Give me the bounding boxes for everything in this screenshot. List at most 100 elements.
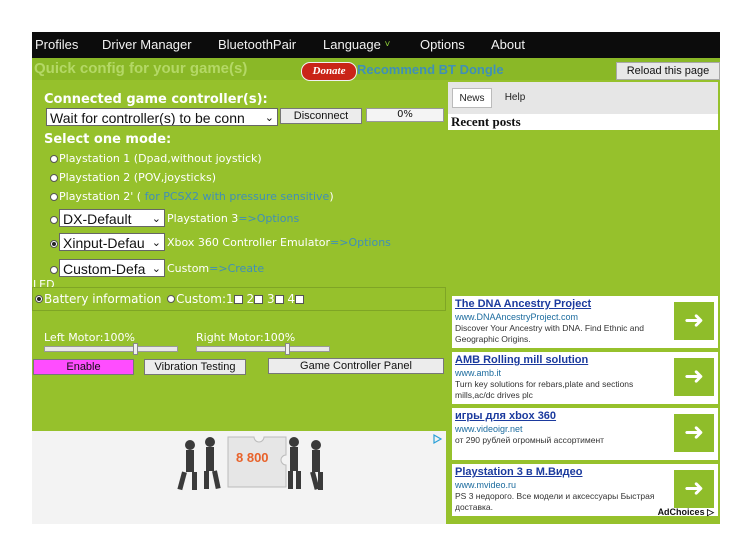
right-motor-slider[interactable] xyxy=(196,346,330,352)
xinput-profile-select[interactable]: Xinput-Defau ⌄ xyxy=(59,233,165,251)
mode-label-custom: Custom=>Create xyxy=(167,262,264,275)
mode-label-ps2-pressure: Playstation 2' ( for PCSX2 with pressure… xyxy=(59,190,334,203)
xinput-profile-value: Xinput-Defau xyxy=(63,235,145,251)
ad-description: от 290 рублей огромный ассортимент xyxy=(455,435,605,445)
custom-led-label: Custom: xyxy=(176,292,227,306)
news-panel: News Help Recent posts The DNA Ancestry … xyxy=(446,82,720,524)
menu-language[interactable]: Language ˅ xyxy=(323,37,390,52)
mode-label-xbox360: Xbox 360 Controller Emulator=>Options xyxy=(167,236,391,249)
right-motor-thumb[interactable] xyxy=(285,343,290,355)
ps3-options-link[interactable]: =>Options xyxy=(238,212,299,225)
news-tabs: News Help xyxy=(448,82,718,114)
arrow-right-icon[interactable]: ➜ xyxy=(674,414,714,452)
menu-driver-manager[interactable]: Driver Manager xyxy=(102,37,192,52)
arrow-right-icon[interactable]: ➜ xyxy=(674,302,714,340)
chevron-down-icon: ˅ xyxy=(384,39,391,50)
ad-item[interactable]: The DNA Ancestry Project www.DNAAncestry… xyxy=(452,296,718,348)
mode-label-ps3: Playstation 3=>Options xyxy=(167,212,299,225)
led-check-1[interactable] xyxy=(233,295,243,304)
custom-led-row: Custom:1 2 3 4 xyxy=(176,292,305,306)
select-mode-heading: Select one mode: xyxy=(44,132,172,147)
mode-label-ps3-text: Playstation 3 xyxy=(167,212,239,225)
banner-ad-phone: 8 800 xyxy=(236,450,269,465)
ad-description: Turn key solutions for rebars,plate and … xyxy=(455,379,634,400)
chevron-down-icon: ⌄ xyxy=(151,237,161,249)
chevron-down-icon: ⌄ xyxy=(264,112,274,124)
menu-bluetooth-pair[interactable]: BluetoothPair xyxy=(218,37,296,52)
ad-title[interactable]: The DNA Ancestry Project xyxy=(455,298,591,310)
mode-label-ps2: Playstation 2 (POV,joysticks) xyxy=(59,171,217,184)
led-check-4[interactable] xyxy=(295,295,305,304)
menu-about[interactable]: About xyxy=(491,37,525,52)
battery-info-radio[interactable] xyxy=(35,295,43,303)
ad-url[interactable]: www.videoigr.net xyxy=(455,424,523,434)
mode-radio-custom[interactable] xyxy=(50,266,58,274)
ad-url[interactable]: www.DNAAncestryProject.com xyxy=(455,312,578,322)
ad-title[interactable]: AMB Rolling mill solution xyxy=(455,354,588,366)
led-check-1-label: 1 xyxy=(226,292,234,306)
chevron-down-icon: ⌄ xyxy=(151,213,161,225)
recommend-bt-dongle-link[interactable]: Recommend BT Dongle xyxy=(357,62,504,77)
ad-item[interactable]: AMB Rolling mill solution www.amb.it Tur… xyxy=(452,352,718,404)
led-check-3[interactable] xyxy=(274,295,284,304)
mode-label-ps1: Playstation 1 (Dpad,without joystick) xyxy=(59,152,262,165)
banner-ad[interactable]: 8 800 xyxy=(32,431,446,524)
ads-column: The DNA Ancestry Project www.DNAAncestry… xyxy=(446,294,720,524)
custom-profile-value: Custom-Defa xyxy=(63,261,146,277)
reload-page-button[interactable]: Reload this page xyxy=(616,62,720,80)
connection-progress: 0% xyxy=(366,108,444,122)
battery-info-label: Battery information xyxy=(44,292,162,306)
right-motor-label: Right Motor:100% xyxy=(196,331,296,344)
controller-select[interactable]: Wait for controller(s) to be conn ⌄ xyxy=(46,108,278,126)
pcsx2-pressure-note: for PCSX2 with pressure sensitive xyxy=(141,190,330,203)
menu-bar: Profiles Driver Manager BluetoothPair La… xyxy=(32,32,720,58)
ps3-profile-value: DX-Default xyxy=(63,211,132,227)
ad-description: PS 3 недорого. Все модели и аксессуары Б… xyxy=(455,491,655,512)
mode-label-xbox360-text: Xbox 360 Controller Emulator xyxy=(167,236,331,249)
led-group: Battery information Custom:1 2 3 4 xyxy=(32,287,446,311)
mode-radio-ps2-pressure[interactable] xyxy=(50,193,58,201)
ad-url[interactable]: www.mvideo.ru xyxy=(455,480,516,490)
mode-radio-xbox360[interactable] xyxy=(50,240,58,248)
xbox360-options-link[interactable]: =>Options xyxy=(330,236,391,249)
recent-posts-title: Recent posts xyxy=(451,114,521,129)
donate-button[interactable]: Donate xyxy=(301,62,357,81)
mode-label-custom-text: Custom xyxy=(167,262,210,275)
left-motor-slider[interactable] xyxy=(44,346,178,352)
mode-label-ps2-pressure-text: Playstation 2' ( xyxy=(59,190,142,203)
game-controller-panel-button[interactable]: Game Controller Panel xyxy=(268,358,444,374)
disconnect-button[interactable]: Disconnect xyxy=(280,108,362,124)
left-motor-thumb[interactable] xyxy=(133,343,138,355)
led-check-2[interactable] xyxy=(254,295,264,304)
quick-config-title: Quick config for your game(s) xyxy=(34,60,248,77)
recent-posts-header: Recent posts xyxy=(448,114,718,130)
ad-description: Discover Your Ancestry with DNA. Find Et… xyxy=(455,323,644,344)
adchoices-link[interactable]: AdChoices ▷ xyxy=(658,507,714,518)
tab-help[interactable]: Help xyxy=(498,88,532,108)
ad-item[interactable]: игры для xbox 360 www.videoigr.net от 29… xyxy=(452,408,718,460)
banner-ad-image: 8 800 xyxy=(177,433,443,491)
custom-profile-select[interactable]: Custom-Defa ⌄ xyxy=(59,259,165,277)
mode-radio-ps3[interactable] xyxy=(50,216,58,224)
ad-title[interactable]: игры для xbox 360 xyxy=(455,410,556,422)
led-check-4-label: 4 xyxy=(287,292,296,306)
ad-url[interactable]: www.amb.it xyxy=(455,368,501,378)
custom-create-link[interactable]: =>Create xyxy=(209,262,264,275)
arrow-right-icon[interactable]: ➜ xyxy=(674,470,714,508)
ad-title[interactable]: Playstation 3 в М.Видео xyxy=(455,466,582,478)
menu-profiles[interactable]: Profiles xyxy=(35,37,78,52)
custom-led-radio[interactable] xyxy=(167,295,175,303)
vibration-testing-button[interactable]: Vibration Testing xyxy=(144,359,246,375)
left-motor-label: Left Motor:100% xyxy=(44,331,135,344)
led-check-3-label: 3 xyxy=(266,292,275,306)
menu-options[interactable]: Options xyxy=(420,37,465,52)
menu-language-label: Language xyxy=(323,37,381,52)
arrow-right-icon[interactable]: ➜ xyxy=(674,358,714,396)
ps3-profile-select[interactable]: DX-Default ⌄ xyxy=(59,209,165,227)
tab-news[interactable]: News xyxy=(452,88,492,108)
enable-button[interactable]: Enable xyxy=(33,359,134,375)
mode-radio-ps1[interactable] xyxy=(50,155,58,163)
led-check-2-label: 2 xyxy=(246,292,255,306)
mode-radio-ps2[interactable] xyxy=(50,174,58,182)
chevron-down-icon: ⌄ xyxy=(151,263,161,275)
